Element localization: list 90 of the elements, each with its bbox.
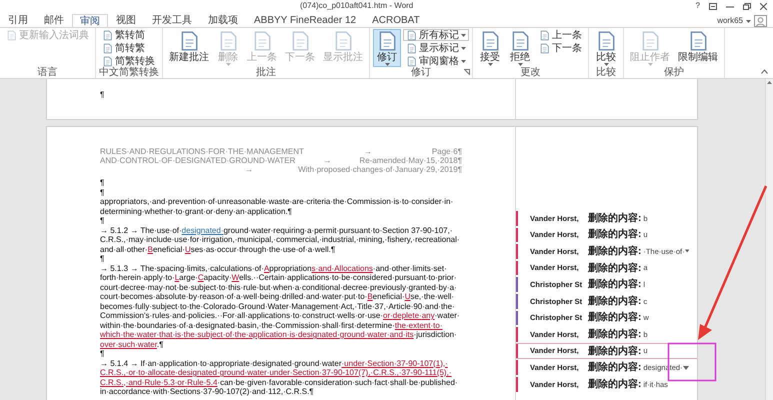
scrollbar[interactable] xyxy=(765,79,773,400)
collapse-ribbon-icon[interactable] xyxy=(761,69,768,74)
dropdown-arrow-icon[interactable] xyxy=(683,366,689,370)
deletion-label: 删除的内容: xyxy=(588,377,642,392)
ribbon-tab[interactable]: 加载项 xyxy=(200,13,246,27)
header-text: AND·CONTROL·OF·DESIGNATED·GROUND·WATER xyxy=(100,156,296,165)
group-label: 更改 xyxy=(520,67,540,78)
deletion-label: 删除的内容: xyxy=(588,344,642,359)
window-title: (074)co_p010aft041.htm - Word xyxy=(300,0,414,12)
paragraph-mark: ¶ xyxy=(100,349,104,358)
group-label: 修订 xyxy=(411,67,431,78)
ribbon-tab[interactable]: 引用 xyxy=(0,13,36,27)
user-name[interactable]: work65 xyxy=(717,15,743,27)
deletion-label: 删除的内容: xyxy=(588,261,642,276)
document-icon xyxy=(406,56,417,66)
document-icon xyxy=(539,30,550,40)
ribbon-tab[interactable]: ACROBAT xyxy=(364,13,428,27)
tab-mark: → xyxy=(323,156,332,165)
paragraph-mark: ¶ xyxy=(100,254,104,264)
ribbon-button[interactable]: 审阅窗格 xyxy=(403,55,469,67)
paragraph-mark: ¶ xyxy=(100,178,104,188)
paragraph: → 5.1.4 → If·an·application·to·appropriate·designated·ground·water·under·Section·37-90-107(1),·C.R.S.,·or·to·allocate·designated·ground·water·under·Section·37-90-107(7),·C.R.S.,·37-90-111(5),·C.R.S.,·and·Rule·5.3·or·Rule·5.4·can·be·given·favorable·consideration·such·fact·shall·be·published·in·accordance·with·Sections·37-90-107(2)·and·112,·C.R.S.¶ xyxy=(100,358,459,396)
group-label: 中文简繁转换 xyxy=(99,67,159,78)
ribbon-tab[interactable]: 审阅 xyxy=(72,14,108,28)
restore-icon[interactable] xyxy=(743,2,751,10)
caret-icon xyxy=(461,60,466,62)
ribbon-tab[interactable]: 视图 xyxy=(108,13,144,27)
scroll-up-icon[interactable] xyxy=(766,79,773,86)
ribbon-button[interactable]: 修订 xyxy=(373,29,401,67)
paragraph: → 5.1.3 → The·spacing·limits,·calculations·of·Appropriations·and·Allocations·and·other·limits·set· forth·herein·apply·to·Large·Capacity·Wells.··Certain·applications·to·be·considered·pursuant·to·prior·court·decree·may·not·be·subject·to·this·rule·but·when·a·conditional·decree·previously·granted·by·a·court·becomes·absolute·by·reason·of·a·well·being·drilled·and·water·put·to·Beneficial·Use,·the·well·becomes·fully·subject·to·the·Colorado·Ground·Water·Management·Act,·Title·37,·Article·90·and·the·Commission's·rules·and·policies.··For·all·applications·to·construct·wells·or·use·or·deplete·any·water·within·the·boundaries·of·a·designated·basin,·the·Commission·shall·first·determine·the·extent·to·which·the·water·that·is·the·subject·of·the·application·is·designated·ground·water·and·its·jurisdiction· over·such·water.¶ xyxy=(100,264,461,349)
deletion-label: 删除的内容: xyxy=(588,277,642,292)
ribbon-tab[interactable]: ABBYY FineReader 12 xyxy=(246,13,364,27)
caret-icon xyxy=(746,20,751,22)
ribbon-button[interactable]: 繁转简 xyxy=(99,29,158,41)
document-icon xyxy=(406,42,417,54)
caret-icon xyxy=(461,46,466,50)
dropdown-arrow-icon[interactable] xyxy=(684,249,689,254)
close-icon[interactable] xyxy=(760,2,767,10)
tab-mark: → xyxy=(364,147,372,156)
deletion-label: 删除的内容: xyxy=(588,244,642,259)
caret-icon xyxy=(461,34,466,36)
caret-icon xyxy=(648,63,652,66)
help-button[interactable]: ? xyxy=(696,0,700,12)
document-icon xyxy=(102,42,113,54)
deletion-label: 删除的内容: xyxy=(588,294,642,309)
ribbon-button[interactable]: 比较 xyxy=(592,29,620,67)
deletion-label: 删除的内容: xyxy=(588,227,642,242)
paragraph: → 5.1.2 → The·use·of·designated·ground·water·requiring·a·permit·pursuant·to·Section 37-90-107,·C.R.S.,·may·include·use·for·irrigation,·municipal,·commercial,·industrial,·mining,·fishery,·recreational·and·all·other·Beneficial·Uses·as·occur·through·the·use·of·a·well.¶ xyxy=(100,226,461,254)
ribbon-button[interactable]: 新建批注 xyxy=(166,29,212,67)
deletion-label: 删除的内容: xyxy=(588,211,642,226)
document-icon xyxy=(102,30,113,40)
paragraph: appropriators,·and·prevention·of·unreasonable·waste·are·criteria·the·Commission·is·to·consider·in·determining·whether·to·grant·or·deny·an·application.¶ xyxy=(100,197,454,216)
dialog-launcher-icon[interactable] xyxy=(464,69,470,75)
caret-icon xyxy=(226,63,230,66)
document-icon xyxy=(102,56,113,66)
header-text: Re-amended·May·15,·2018¶ xyxy=(359,156,462,165)
group-label: 保护 xyxy=(664,67,684,78)
ribbon-button[interactable]: 拒绝 xyxy=(506,29,534,67)
ribbon-button[interactable]: 下一条 xyxy=(536,42,585,54)
paragraph-mark: ¶ xyxy=(100,188,104,197)
group-label: 批注 xyxy=(256,67,276,78)
caret-icon xyxy=(518,63,522,66)
ribbon-button[interactable]: 显示标记 xyxy=(403,42,469,54)
ribbon-display-icon[interactable] xyxy=(709,2,717,10)
document-icon xyxy=(539,42,550,54)
caret-icon xyxy=(488,63,492,66)
header-text: With·proposed·changes·of·January·29,·2019¶ xyxy=(298,165,462,174)
tab-mark: → xyxy=(245,165,254,174)
deletion-label: 删除的内容: xyxy=(588,360,642,376)
caret-icon xyxy=(384,63,390,66)
deletion-label: 删除的内容: xyxy=(588,327,642,342)
caret-icon xyxy=(604,63,608,66)
paragraph-mark: ¶ xyxy=(100,216,104,226)
document-icon xyxy=(6,30,17,40)
paragraph-mark: ¶ xyxy=(100,90,104,99)
group-label: 比较 xyxy=(596,67,616,78)
avatar-icon[interactable] xyxy=(754,15,767,27)
deletion-label: 删除的内容: xyxy=(588,310,642,326)
document-icon xyxy=(406,30,417,40)
ribbon-button[interactable]: 简转繁 xyxy=(99,42,158,54)
header-text: RULES·AND·REGULATIONS·FOR·THE·MANAGEMENT xyxy=(100,147,304,156)
markup-dropdown[interactable]: 所有标记 xyxy=(403,29,469,41)
header-text: Page·6¶ xyxy=(432,147,462,156)
ribbon-button[interactable]: 简繁转换 xyxy=(99,55,158,67)
ribbon-button[interactable]: 限制编辑 xyxy=(675,29,721,67)
ribbon-tab[interactable]: 开发工具 xyxy=(144,13,200,27)
group-label: 语言 xyxy=(38,67,58,78)
ribbon-button[interactable]: 上一条 xyxy=(536,29,585,41)
ribbon-button[interactable]: 接受 xyxy=(476,29,504,67)
ribbon-tab[interactable]: 邮件 xyxy=(36,13,72,27)
